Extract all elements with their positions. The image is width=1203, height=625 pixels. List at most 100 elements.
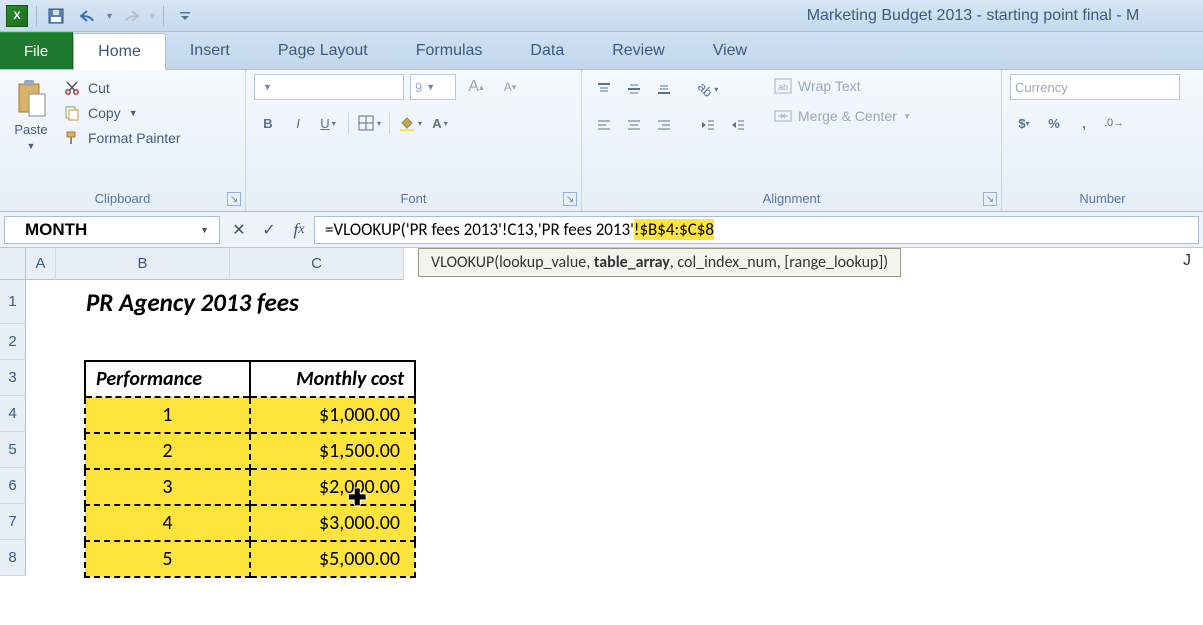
row-header[interactable]: 3 [0, 360, 26, 396]
table-row[interactable]: 1$1,000.00 [85, 397, 415, 433]
align-middle-button[interactable] [620, 76, 648, 102]
underline-button[interactable]: U▾ [314, 110, 342, 136]
number-format-combo[interactable]: Currency [1010, 74, 1180, 100]
tab-file[interactable]: File [0, 32, 73, 69]
grid-cells[interactable]: PR Agency 2013 fees Performance Monthly … [26, 280, 416, 578]
font-size-combo[interactable]: 9▼ [410, 74, 456, 100]
copy-caret-icon[interactable]: ▼ [129, 108, 138, 118]
enter-formula-button[interactable]: ✓ [254, 216, 284, 244]
scissors-icon [64, 80, 82, 96]
row-header[interactable]: 4 [0, 396, 26, 432]
redo-button[interactable] [116, 4, 146, 28]
bucket-icon [398, 114, 416, 132]
borders-button[interactable]: ▾ [355, 110, 383, 136]
accounting-format-button[interactable]: $▾ [1010, 110, 1038, 136]
formula-buttons: ✕ ✓ fx [224, 216, 314, 244]
col-header-j[interactable]: J [1183, 252, 1191, 270]
qat-customize-button[interactable] [170, 4, 200, 28]
cut-button[interactable]: Cut [60, 78, 185, 98]
cell-cost[interactable]: $1,500.00 [250, 433, 415, 469]
cancel-formula-button[interactable]: ✕ [224, 216, 254, 244]
alignment-dialog-launcher[interactable]: ↘ [983, 192, 997, 206]
fx-button[interactable]: fx [284, 216, 314, 244]
percent-format-button[interactable]: % [1040, 110, 1068, 136]
format-painter-button[interactable]: Format Painter [60, 128, 185, 148]
cell-cost[interactable]: $1,000.00 [250, 397, 415, 433]
font-family-combo[interactable]: ▼ [254, 74, 404, 100]
save-button[interactable] [41, 4, 71, 28]
italic-button[interactable]: I [284, 110, 312, 136]
clipboard-dialog-launcher[interactable]: ↘ [227, 192, 241, 206]
merge-icon [774, 108, 792, 124]
row-header[interactable]: 8 [0, 540, 26, 576]
cell-perf[interactable]: 5 [85, 541, 250, 577]
row-header[interactable]: 2 [0, 324, 26, 360]
cell-perf[interactable]: 3 [85, 469, 250, 505]
tooltip-fn-name: VLOOKUP [431, 253, 494, 272]
row-header[interactable]: 1 [0, 280, 26, 324]
spreadsheet[interactable]: 1 2 3 4 5 6 7 8 PR Agency 2013 fees Perf… [0, 280, 1203, 578]
wrap-text-button[interactable]: ab Wrap Text [770, 76, 913, 96]
tab-review[interactable]: Review [588, 32, 688, 69]
increase-decimal-button[interactable]: .0→ [1100, 110, 1128, 136]
wrap-text-label: Wrap Text [798, 78, 861, 94]
row-header[interactable]: 7 [0, 504, 26, 540]
paste-label: Paste [14, 122, 47, 137]
select-all-corner[interactable] [0, 248, 26, 280]
alignment-group-label: Alignment [590, 188, 993, 211]
cell-cost[interactable]: $5,000.00 [250, 541, 415, 577]
paste-caret-icon[interactable]: ▼ [27, 141, 36, 151]
tab-data[interactable]: Data [506, 32, 588, 69]
undo-button[interactable] [73, 4, 103, 28]
font-dialog-launcher[interactable]: ↘ [563, 192, 577, 206]
sheet-title-cell[interactable]: PR Agency 2013 fees [26, 280, 416, 324]
border-icon [357, 114, 375, 132]
namebox-caret-icon[interactable]: ▼ [200, 225, 209, 235]
paintbrush-icon [64, 130, 82, 146]
grow-font-button[interactable]: A▴ [462, 74, 490, 100]
font-color-button[interactable]: A ▾ [426, 110, 454, 136]
copy-button[interactable]: Copy ▼ [60, 103, 185, 123]
undo-caret-icon[interactable]: ▼ [105, 11, 114, 21]
number-group-label: Number [1010, 188, 1195, 211]
align-top-button[interactable] [590, 76, 618, 102]
table-row[interactable]: 2$1,500.00 [85, 433, 415, 469]
cell-cost[interactable]: $2,000.00 [250, 469, 415, 505]
table-header-row[interactable]: Performance Monthly cost [85, 361, 415, 397]
row-header[interactable]: 5 [0, 432, 26, 468]
merge-center-button[interactable]: Merge & Center ▾ [770, 106, 913, 126]
name-box[interactable]: MONTH ▼ [4, 216, 220, 244]
tab-home[interactable]: Home [73, 33, 166, 70]
fees-table[interactable]: Performance Monthly cost 1$1,000.00 2$1,… [84, 360, 416, 578]
tab-view[interactable]: View [689, 32, 771, 69]
tab-page-layout[interactable]: Page Layout [254, 32, 392, 69]
align-right-button[interactable] [650, 112, 678, 138]
header-monthly-cost[interactable]: Monthly cost [250, 361, 415, 397]
header-performance[interactable]: Performance [85, 361, 250, 397]
shrink-font-button[interactable]: A▾ [496, 74, 524, 100]
cell-perf[interactable]: 4 [85, 505, 250, 541]
fill-color-button[interactable]: ▾ [396, 110, 424, 136]
tab-insert[interactable]: Insert [166, 32, 254, 69]
bold-button[interactable]: B [254, 110, 282, 136]
col-header-c[interactable]: C [230, 248, 404, 280]
align-center-button[interactable] [620, 112, 648, 138]
cell-cost[interactable]: $3,000.00 [250, 505, 415, 541]
comma-format-button[interactable]: , [1070, 110, 1098, 136]
tab-formulas[interactable]: Formulas [392, 32, 507, 69]
col-header-a[interactable]: A [26, 248, 56, 280]
formula-input[interactable]: =VLOOKUP('PR fees 2013'!C13,'PR fees 201… [314, 216, 1199, 244]
cell-perf[interactable]: 1 [85, 397, 250, 433]
orientation-button[interactable]: ab▾ [694, 76, 722, 102]
copy-icon [64, 105, 82, 121]
col-header-b[interactable]: B [56, 248, 230, 280]
align-left-button[interactable] [590, 112, 618, 138]
paste-button[interactable]: Paste ▼ [8, 74, 54, 155]
table-row[interactable]: 5$5,000.00 [85, 541, 415, 577]
increase-indent-button[interactable] [724, 112, 752, 138]
decrease-indent-button[interactable] [694, 112, 722, 138]
cell-perf[interactable]: 2 [85, 433, 250, 469]
clipboard-group-label: Clipboard [8, 188, 237, 211]
row-header[interactable]: 6 [0, 468, 26, 504]
align-bottom-button[interactable] [650, 76, 678, 102]
